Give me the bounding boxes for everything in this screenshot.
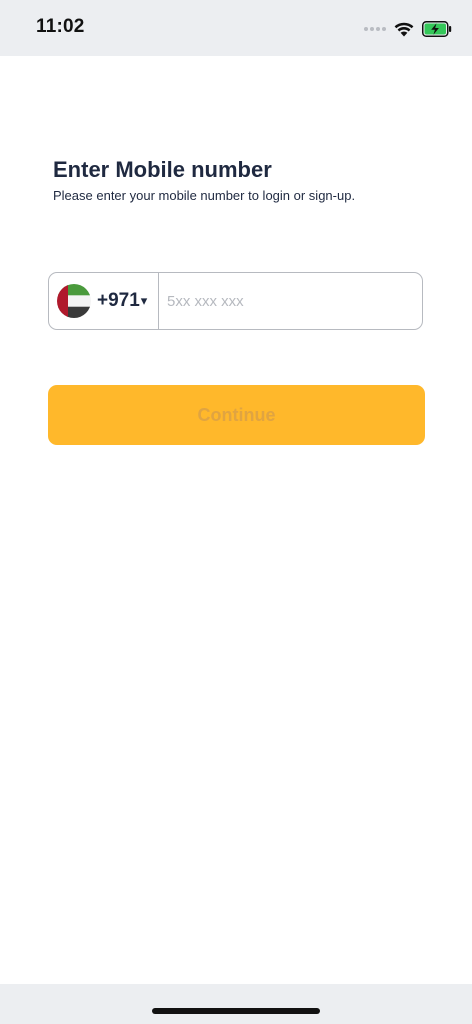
status-icons	[364, 18, 452, 40]
bottom-bar	[0, 984, 472, 1024]
wifi-icon	[394, 22, 414, 37]
signal-dots-icon	[364, 27, 386, 31]
login-screen: 11:02 Enter Mobile number Please enter y…	[0, 0, 472, 1024]
status-time: 11:02	[36, 16, 85, 37]
status-bar: 11:02	[0, 0, 472, 56]
continue-button[interactable]: Continue	[48, 385, 425, 445]
country-code-picker[interactable]: +971 ▾	[49, 273, 159, 329]
chevron-down-icon: ▾	[140, 293, 148, 308]
battery-charging-icon	[422, 21, 452, 37]
page-title: Enter Mobile number	[53, 157, 272, 182]
page-subtitle: Please enter your mobile number to login…	[53, 188, 356, 203]
dial-code: +971	[97, 290, 140, 311]
phone-number-field: +971 ▾	[48, 272, 423, 330]
mobile-number-input[interactable]	[159, 273, 422, 329]
home-indicator[interactable]	[152, 1008, 320, 1014]
uae-flag-icon	[57, 284, 91, 318]
